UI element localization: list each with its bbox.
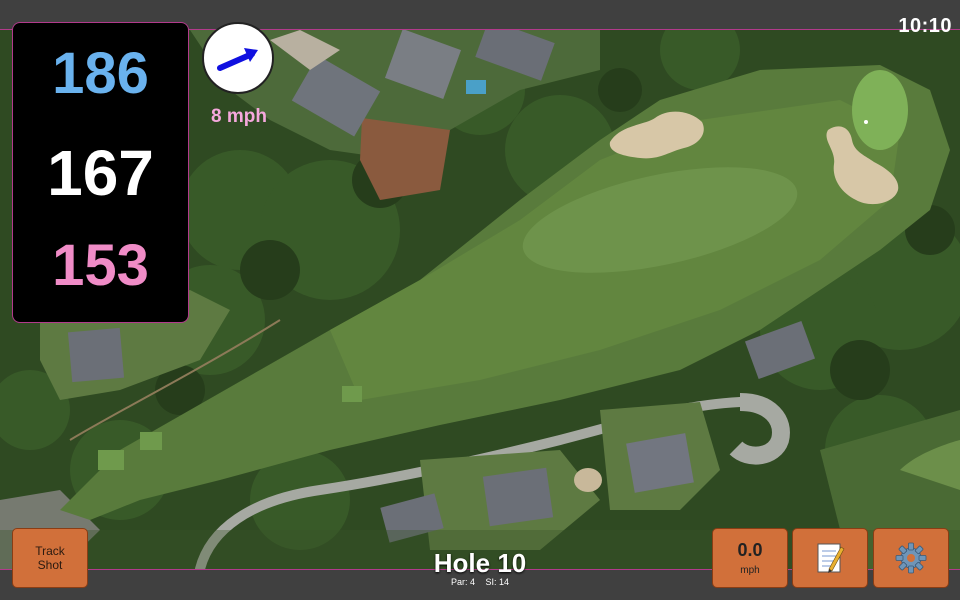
si-label: SI: 14 bbox=[485, 577, 510, 587]
gear-icon bbox=[895, 542, 927, 574]
wind-arrow-icon bbox=[217, 48, 258, 71]
clock: 10:10 bbox=[898, 15, 952, 37]
yardage-panel: 186 167 153 bbox=[12, 22, 189, 323]
speed-button[interactable]: 0.0 mph bbox=[712, 528, 788, 588]
notes-button[interactable] bbox=[792, 528, 868, 588]
gps-screen: 10:10 186 167 153 8 mph Track Shot Hole … bbox=[0, 0, 960, 600]
track-shot-label-line1: Track bbox=[35, 544, 65, 558]
wind-speed: 8 mph bbox=[211, 106, 267, 127]
wind-indicator bbox=[202, 22, 274, 94]
center-yardage: 167 bbox=[47, 137, 154, 209]
front-yardage: 153 bbox=[52, 233, 149, 298]
hole-title: Hole 10 bbox=[433, 548, 527, 578]
track-shot-label-line2: Shot bbox=[37, 558, 63, 572]
speed-value: 0.0 bbox=[737, 540, 763, 560]
notepad-icon bbox=[817, 543, 845, 573]
back-yardage: 186 bbox=[52, 41, 149, 106]
speed-unit: mph bbox=[740, 565, 760, 576]
settings-button[interactable] bbox=[873, 528, 949, 588]
track-shot-button[interactable]: Track Shot bbox=[12, 528, 88, 588]
hole-info: Par: 4 SI: 14 bbox=[400, 577, 560, 587]
par-label: Par: 4 bbox=[450, 577, 475, 587]
